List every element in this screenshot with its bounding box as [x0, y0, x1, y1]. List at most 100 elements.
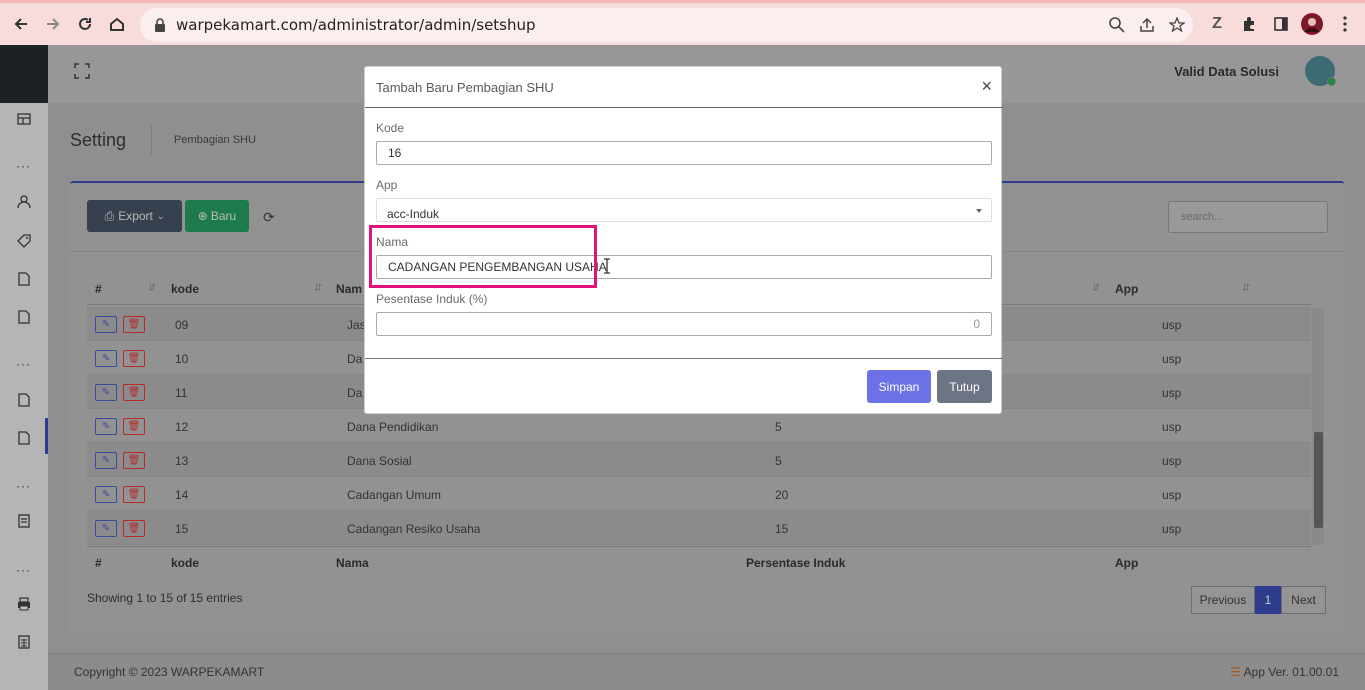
cell-nama: Cadangan Umum: [347, 488, 442, 502]
edit-icon[interactable]: ✎: [95, 452, 117, 469]
side-panel-icon[interactable]: [1270, 13, 1292, 35]
delete-icon[interactable]: 🗑: [123, 418, 145, 435]
document-icon[interactable]: [14, 269, 34, 289]
address-bar[interactable]: warpekamart.com/administrator/admin/sets…: [140, 8, 1193, 42]
plus-circle-icon: ⊕: [197, 209, 208, 223]
sidebar-section-dots: ···: [16, 479, 31, 493]
cell-kode: 09: [175, 318, 189, 332]
table-footer-divider: [87, 546, 1311, 547]
cell-persen: 20: [775, 488, 789, 502]
sidebar: ··· ··· ··· ···: [0, 103, 48, 690]
share-icon[interactable]: [1139, 17, 1155, 33]
sort-icon[interactable]: ⇵: [1092, 283, 1100, 294]
cell-nama: Dana Sosial: [347, 454, 412, 468]
profile-avatar-icon[interactable]: [1301, 13, 1323, 35]
cell-persen: 15: [775, 522, 789, 536]
cell-app: usp: [1162, 522, 1182, 536]
sidebar-brand: [0, 45, 48, 103]
export-button[interactable]: ⎙ Export ⌄: [87, 200, 182, 232]
edit-icon[interactable]: ✎: [95, 520, 117, 537]
table-row: ✎ 🗑 14 Cadangan Umum 20 usp: [87, 477, 1311, 511]
search-input[interactable]: search...: [1168, 201, 1328, 233]
browser-menu-icon[interactable]: [1334, 13, 1356, 35]
pagination-page-1[interactable]: 1: [1255, 586, 1281, 614]
browser-toolbar: warpekamart.com/administrator/admin/sets…: [0, 0, 1365, 45]
scrollbar-thumb[interactable]: [1314, 432, 1323, 528]
kode-input[interactable]: 16: [376, 141, 992, 165]
table-header-no[interactable]: #: [95, 282, 102, 296]
user-icon[interactable]: [14, 192, 34, 212]
url-text: warpekamart.com/administrator/admin/sets…: [176, 16, 536, 34]
user-name[interactable]: Valid Data Solusi: [1174, 64, 1279, 79]
delete-icon[interactable]: 🗑: [123, 350, 145, 367]
export-label: Export: [118, 209, 153, 223]
back-icon[interactable]: [10, 13, 32, 35]
refresh-icon[interactable]: ⟳: [263, 209, 275, 226]
cell-kode: 15: [175, 522, 189, 536]
fullscreen-icon[interactable]: [74, 63, 90, 84]
home-icon[interactable]: [106, 13, 128, 35]
user-avatar[interactable]: [1305, 56, 1336, 86]
copyright-text: Copyright © 2023 WARPEKAMART: [74, 665, 265, 679]
table-footer-persen: Persentase Induk: [746, 556, 846, 570]
pagination-next[interactable]: Next: [1281, 586, 1326, 614]
cell-nama: Jas: [347, 318, 366, 332]
edit-icon[interactable]: ✎: [95, 350, 117, 367]
edit-icon[interactable]: ✎: [95, 384, 117, 401]
document-icon[interactable]: [14, 307, 34, 327]
page-title: Setting: [70, 130, 127, 150]
sort-icon[interactable]: ⇵: [314, 283, 322, 294]
delete-icon[interactable]: 🗑: [123, 384, 145, 401]
delete-icon[interactable]: 🗑: [123, 316, 145, 333]
edit-icon[interactable]: ✎: [95, 486, 117, 503]
document-icon[interactable]: [14, 390, 34, 410]
extensions-puzzle-icon[interactable]: [1238, 13, 1260, 35]
cell-app: usp: [1162, 454, 1182, 468]
delete-icon[interactable]: 🗑: [123, 486, 145, 503]
table-header-kode[interactable]: kode: [171, 282, 199, 296]
cell-persen: 5: [775, 420, 782, 434]
invoice-icon[interactable]: [14, 511, 34, 531]
close-icon[interactable]: ×: [981, 76, 992, 97]
text-cursor-icon: [604, 258, 610, 274]
sidebar-section-dots: ···: [16, 357, 31, 371]
delete-icon[interactable]: 🗑: [123, 452, 145, 469]
persen-input[interactable]: 0: [376, 312, 992, 336]
edit-icon[interactable]: ✎: [95, 316, 117, 333]
pagination-previous[interactable]: Previous: [1191, 586, 1255, 614]
save-button[interactable]: Simpan: [867, 370, 931, 403]
cell-nama: Da: [347, 352, 363, 366]
close-button[interactable]: Tutup: [937, 370, 992, 403]
add-shu-modal: Tambah Baru Pembagian SHU × Kode 16 App …: [364, 66, 1003, 414]
cell-kode: 12: [175, 420, 189, 434]
edit-icon[interactable]: ✎: [95, 418, 117, 435]
forward-icon[interactable]: [42, 13, 64, 35]
cell-app: usp: [1162, 488, 1182, 502]
new-button[interactable]: ⊕ Baru: [185, 200, 249, 232]
tag-icon[interactable]: [14, 231, 34, 251]
table-scrollbar[interactable]: [1312, 308, 1324, 545]
cell-app: usp: [1162, 386, 1182, 400]
cell-kode: 14: [175, 488, 189, 502]
persen-label: Pesentase Induk (%): [376, 292, 488, 306]
chevron-down-icon: ⌄: [156, 210, 165, 221]
cell-kode: 11: [175, 386, 188, 400]
version-text: ☰ App Ver. 01.00.01: [1230, 665, 1339, 679]
table-header-nama[interactable]: Nam: [336, 282, 362, 296]
app-select[interactable]: acc-Induk: [376, 198, 992, 222]
bookmark-star-icon[interactable]: [1169, 17, 1185, 33]
highlight-box: [369, 225, 597, 288]
dashboard-icon[interactable]: [14, 109, 34, 129]
calculator-icon[interactable]: [14, 632, 34, 652]
sort-icon[interactable]: ⇵: [148, 283, 156, 294]
page-footer: Copyright © 2023 WARPEKAMART ☰ App Ver. …: [48, 653, 1365, 690]
zoom-icon[interactable]: [1109, 17, 1125, 33]
delete-icon[interactable]: 🗑: [123, 520, 145, 537]
print-icon[interactable]: [14, 594, 34, 614]
zotero-extension-icon[interactable]: Z: [1206, 13, 1228, 35]
table-header-app[interactable]: App: [1115, 282, 1138, 296]
document-icon[interactable]: [14, 428, 34, 448]
sort-icon[interactable]: ⇵: [1242, 283, 1250, 294]
table-footer-app: App: [1115, 556, 1139, 570]
reload-icon[interactable]: [74, 13, 96, 35]
